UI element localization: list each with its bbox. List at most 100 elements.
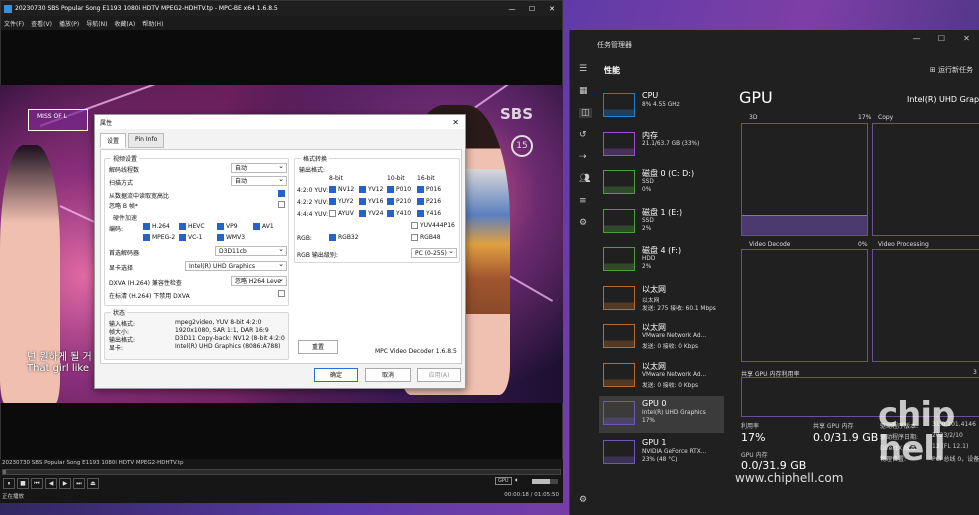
resource-sparkline bbox=[603, 439, 635, 464]
close-icon[interactable]: ✕ bbox=[542, 5, 562, 13]
ok-button[interactable]: 确定 bbox=[314, 368, 358, 382]
resource-sparkline bbox=[603, 362, 635, 387]
fmt-p016[interactable]: P016 bbox=[417, 186, 441, 193]
ignore-checkbox[interactable] bbox=[278, 201, 285, 208]
resource-item[interactable]: 磁盘 4 (F:) HDD 2% bbox=[599, 242, 724, 279]
read-aspect-checkbox[interactable] bbox=[278, 190, 285, 197]
close-icon[interactable]: ✕ bbox=[452, 118, 459, 127]
menu-file[interactable]: 文件(F) bbox=[4, 19, 24, 28]
resource-item[interactable]: 磁盘 0 (C: D:) SSD 0% bbox=[599, 165, 724, 202]
resource-item[interactable]: CPU 8% 4.55 GHz bbox=[599, 88, 724, 125]
maximize-icon[interactable]: ☐ bbox=[929, 34, 954, 43]
settings-icon[interactable]: ⚙︎ bbox=[579, 495, 587, 505]
dxva-check-select[interactable]: 忽略 H264 Leve bbox=[231, 275, 287, 286]
status-value: mpeg2video, YUV 8-bit 4:2:0 bbox=[175, 319, 262, 326]
minimize-icon[interactable]: — bbox=[904, 34, 929, 43]
decode-threads-select[interactable]: 自动 bbox=[231, 162, 287, 173]
volume-slider[interactable] bbox=[532, 479, 558, 484]
fmt-yuy2[interactable]: YUY2 bbox=[329, 198, 354, 205]
maximize-icon[interactable]: ☐ bbox=[522, 5, 542, 13]
codec-mpeg2[interactable]: MPEG-2 bbox=[143, 234, 175, 241]
run-task-icon: ⊞ bbox=[929, 66, 938, 74]
fmt-yuv444p16[interactable]: YUV444P16 bbox=[411, 222, 455, 229]
graph-video-decode bbox=[741, 249, 868, 362]
stop-icon[interactable]: ■ bbox=[17, 478, 29, 489]
fmt-yv12[interactable]: YV12 bbox=[359, 186, 383, 193]
codec-vc1[interactable]: VC-1 bbox=[179, 234, 202, 241]
performance-icon[interactable]: ◫ bbox=[579, 108, 592, 118]
menu-navigate[interactable]: 导航(N) bbox=[86, 19, 107, 28]
gpu-heading: GPU bbox=[739, 88, 773, 107]
details-icon[interactable]: ≡ bbox=[579, 196, 587, 206]
scan-select[interactable]: 自动 bbox=[231, 175, 287, 186]
resource-name: GPU 1 bbox=[642, 437, 667, 447]
graph-label-video-decode: Video Decode bbox=[749, 241, 791, 248]
codec-av1[interactable]: AV1 bbox=[253, 223, 274, 230]
fmt-p210[interactable]: P210 bbox=[387, 198, 411, 205]
startup-apps-icon[interactable]: ⇢ bbox=[579, 152, 587, 162]
step-back-icon[interactable]: ◀ bbox=[45, 478, 57, 489]
subtitle-korean: 넌 원하게 될 거 bbox=[27, 352, 92, 363]
fmt-p216[interactable]: P216 bbox=[417, 198, 441, 205]
codec-h264[interactable]: H.264 bbox=[143, 223, 170, 230]
fmt-rgb32[interactable]: RGB32 bbox=[329, 234, 359, 241]
resource-sparkline bbox=[603, 208, 635, 233]
resource-detail: NVIDIA GeForce RTX... bbox=[642, 448, 707, 455]
fmt-y410[interactable]: Y410 bbox=[387, 210, 411, 217]
seek-bar[interactable] bbox=[2, 469, 561, 475]
mpc-controls: 20230730 SBS Popular Song E1193 1080i HD… bbox=[0, 459, 563, 503]
display-label: 显卡选择 bbox=[109, 265, 134, 272]
resource-item[interactable]: 以太网 VMware Network Ad... 发送: 0 接收: 0 Kbps bbox=[599, 358, 724, 395]
services-icon[interactable]: ⚙︎ bbox=[579, 218, 587, 228]
eject-icon[interactable]: ⏏ bbox=[87, 478, 99, 489]
previous-icon[interactable]: ⏮ bbox=[31, 478, 43, 489]
page-title: 性能 bbox=[604, 66, 620, 75]
run-new-task-button[interactable]: ⊞ 运行新任务 bbox=[930, 65, 973, 75]
resource-item[interactable]: 内存 21.1/63.7 GB (33%) bbox=[599, 127, 724, 164]
step-forward-icon[interactable]: ▶ bbox=[59, 478, 71, 489]
cancel-button[interactable]: 取消 bbox=[365, 368, 411, 382]
resource-item[interactable]: 磁盘 1 (E:) SSD 2% bbox=[599, 204, 724, 241]
display-select[interactable]: Intel(R) UHD Graphics bbox=[185, 260, 287, 271]
fmt-yv24[interactable]: YV24 bbox=[359, 210, 383, 217]
tab-pin-info[interactable]: Pin Info bbox=[128, 133, 165, 148]
menu-help[interactable]: 帮助(H) bbox=[142, 19, 163, 28]
resource-item[interactable]: GPU 0 Intel(R) UHD Graphics 17% bbox=[599, 396, 724, 433]
graph-pct-video-decode: 0% bbox=[858, 241, 868, 248]
resource-item[interactable]: 以太网 VMware Network Ad... 发送: 0 接收: 0 Kbps bbox=[599, 319, 724, 356]
menu-favorites[interactable]: 收藏(A) bbox=[114, 19, 135, 28]
tab-settings[interactable]: 设置 bbox=[100, 133, 127, 148]
fmt-rgb48[interactable]: RGB48 bbox=[411, 234, 441, 241]
menu-view[interactable]: 查看(V) bbox=[31, 19, 52, 28]
codec-wmv3[interactable]: WMV3 bbox=[217, 234, 245, 241]
rgb-level-select[interactable]: PC (0-255) bbox=[411, 247, 457, 258]
fmt-nv12[interactable]: NV12 bbox=[329, 186, 354, 193]
fmt-y416[interactable]: Y416 bbox=[417, 210, 441, 217]
dialog-titlebar: 属性 ✕ bbox=[95, 115, 465, 129]
resource-item[interactable]: 以太网 以太网 发送: 275 接收: 60.1 Mbps bbox=[599, 281, 724, 318]
close-icon[interactable]: ✕ bbox=[954, 34, 979, 43]
codec-hevc[interactable]: HEVC bbox=[179, 223, 205, 230]
next-icon[interactable]: ⏭ bbox=[73, 478, 85, 489]
codec-vp9[interactable]: VP9 bbox=[217, 223, 238, 230]
hamburger-menu-icon[interactable]: ☰ bbox=[579, 64, 587, 74]
pref-decoder-select[interactable]: D3D11cb bbox=[215, 245, 287, 256]
app-history-icon[interactable]: ↺ bbox=[579, 130, 587, 140]
volume-icon[interactable]: 🔈︎ bbox=[515, 476, 519, 485]
subtitle-english: That girl like bbox=[27, 363, 90, 374]
resource-name: 以太网 bbox=[642, 284, 666, 294]
reset-button[interactable]: 重置 bbox=[298, 340, 338, 354]
users-icon[interactable]: 👥︎ bbox=[579, 174, 590, 184]
resource-detail: VMware Network Ad... bbox=[642, 333, 707, 339]
fmt-yv16[interactable]: YV16 bbox=[359, 198, 383, 205]
minimize-icon[interactable]: — bbox=[502, 5, 522, 13]
fmt-p010[interactable]: P010 bbox=[387, 186, 411, 193]
pause-icon[interactable]: ⏸ bbox=[3, 478, 15, 489]
apply-button[interactable]: 应用(A) bbox=[417, 368, 461, 382]
processes-icon[interactable]: ▦ bbox=[579, 86, 588, 96]
resource-item[interactable]: GPU 1 NVIDIA GeForce RTX... 23% (48 °C) bbox=[599, 435, 724, 472]
menu-play[interactable]: 播放(P) bbox=[59, 19, 79, 28]
fmt-ayuv[interactable]: AYUV bbox=[329, 210, 354, 217]
mpc-titlebar: 20230730 SBS Popular Song E1193 1080i HD… bbox=[1, 1, 562, 16]
disable-dxva-checkbox[interactable] bbox=[278, 290, 285, 297]
